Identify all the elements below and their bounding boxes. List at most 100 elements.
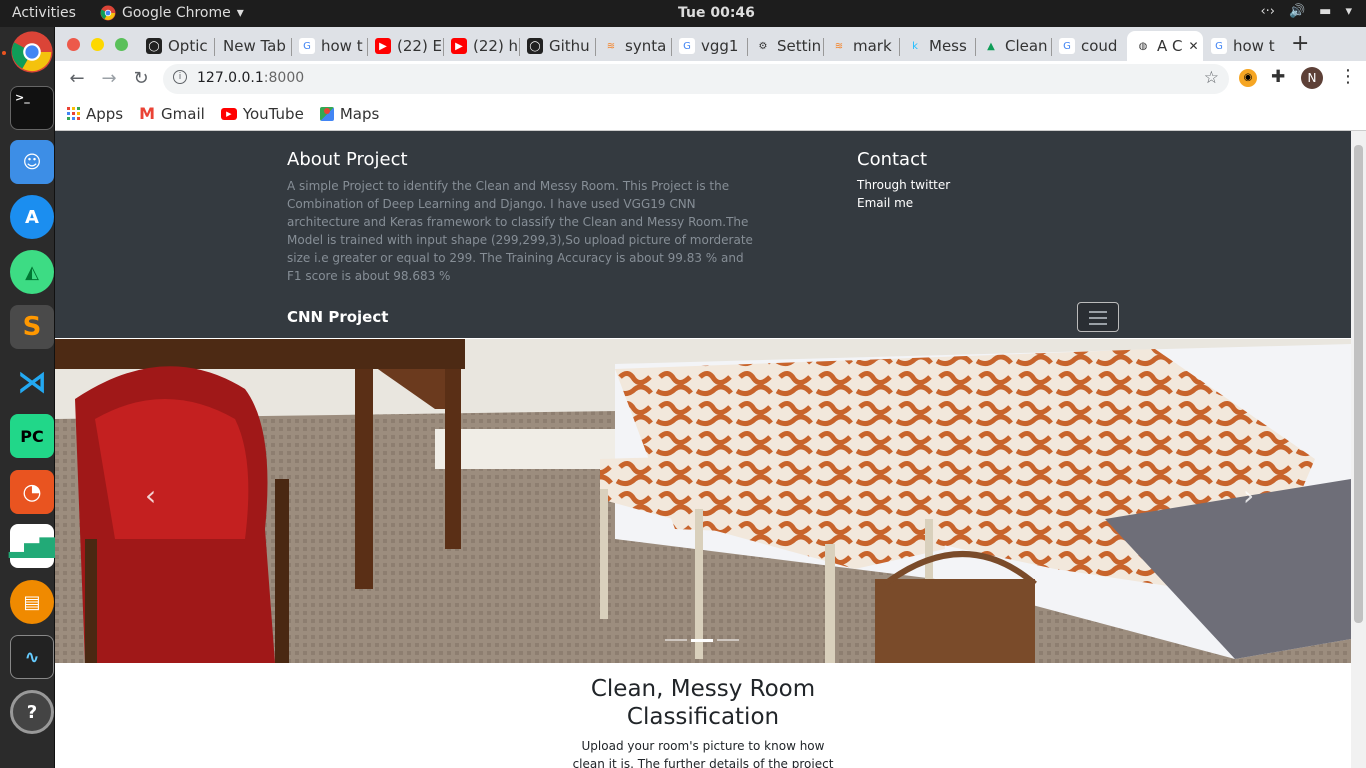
- tab-4[interactable]: ▶ (22) h: [443, 31, 519, 61]
- tab-strip: ◯ Optic New Tab Ghow t ▶ (22) E ▶ (22) h ◯ Githu ≋…: [55, 27, 1366, 61]
- github-icon: ◯: [527, 38, 543, 54]
- bookmark-maps[interactable]: Maps: [319, 104, 380, 123]
- google-icon: G: [1059, 38, 1075, 54]
- tab-label: coud: [1081, 37, 1118, 55]
- tab-1[interactable]: New Tab: [215, 31, 291, 61]
- books-icon[interactable]: ▤: [10, 580, 54, 624]
- forward-button[interactable]: →: [97, 67, 121, 91]
- carousel-prev-button[interactable]: ‹: [145, 479, 156, 512]
- url-port: :8000: [263, 70, 305, 86]
- vscode-icon[interactable]: ⋊: [10, 360, 54, 404]
- app-store-icon[interactable]: A: [10, 195, 54, 239]
- help-icon[interactable]: ?: [10, 690, 54, 734]
- reload-button[interactable]: ↻: [129, 67, 153, 91]
- clock[interactable]: Tue 00:46: [678, 5, 755, 21]
- sublime-text-icon[interactable]: S: [10, 305, 54, 349]
- menu-kebab-icon[interactable]: ⋮: [1339, 66, 1357, 87]
- app-name: Google Chrome: [122, 5, 231, 21]
- bookmark-label: YouTube: [242, 104, 304, 123]
- finder-icon[interactable]: ☺: [10, 140, 54, 184]
- system-monitor-icon[interactable]: ∿: [10, 635, 54, 679]
- tab-12[interactable]: Gcoud: [1051, 31, 1127, 61]
- tab-5[interactable]: ◯ Githu: [519, 31, 595, 61]
- minimize-window-button[interactable]: [91, 38, 104, 51]
- tab-3[interactable]: ▶ (22) E: [367, 31, 443, 61]
- back-button[interactable]: ←: [65, 67, 89, 91]
- address-bar[interactable]: i 127.0.0.1:8000 ☆: [163, 64, 1229, 94]
- globe-icon: ◍: [1138, 40, 1148, 52]
- profile-avatar[interactable]: N: [1301, 67, 1323, 89]
- volume-icon[interactable]: 🔊: [1289, 4, 1305, 19]
- google-icon: G: [679, 38, 695, 54]
- about-title: About Project: [287, 149, 408, 170]
- tab-6[interactable]: ≋ synta: [595, 31, 671, 61]
- tab-0[interactable]: ◯ Optic: [138, 31, 214, 61]
- chevron-down-icon[interactable]: ▾: [1345, 4, 1352, 19]
- scrollbar-thumb[interactable]: [1354, 145, 1363, 623]
- close-tab-icon[interactable]: ✕: [1189, 39, 1199, 53]
- app-menu[interactable]: Google Chrome ▾: [100, 5, 244, 21]
- terminal-icon[interactable]: >_: [10, 86, 54, 130]
- bookmark-label: Gmail: [161, 104, 205, 123]
- twitter-link[interactable]: Through twitter: [857, 178, 950, 192]
- bookmark-apps[interactable]: Apps: [67, 105, 123, 123]
- navbar-toggler-button[interactable]: [1077, 302, 1119, 332]
- tab-label: how t: [321, 37, 363, 55]
- bookmark-youtube[interactable]: ▶ YouTube: [220, 104, 304, 123]
- page-scrollbar[interactable]: [1351, 131, 1366, 768]
- tab-7[interactable]: Gvgg1: [671, 31, 747, 61]
- navbar-brand[interactable]: CNN Project: [287, 308, 388, 326]
- ubuntu-software-icon[interactable]: ◔: [10, 470, 54, 514]
- stackoverflow-icon: ≋: [606, 40, 616, 52]
- tab-label: A C: [1157, 37, 1183, 55]
- android-studio-icon[interactable]: ◭: [10, 250, 54, 294]
- maps-icon: [319, 106, 334, 121]
- youtube-icon: ▶: [375, 38, 391, 54]
- system-top-bar: Activities Google Chrome ▾ Tue 00:46 ‹·›…: [0, 0, 1366, 27]
- bookmark-star-icon[interactable]: ☆: [1204, 68, 1219, 88]
- url-host: 127.0.0.1: [197, 70, 264, 86]
- carousel-next-button[interactable]: ›: [1243, 479, 1254, 512]
- web-page: About Project A simple Project to identi…: [55, 131, 1351, 768]
- tab-label: (22) E: [397, 37, 443, 55]
- carousel-indicator-3[interactable]: [717, 639, 739, 641]
- tab-14[interactable]: Ghow t: [1203, 31, 1279, 61]
- stackoverflow-icon: ≋: [834, 40, 844, 52]
- contact-title: Contact: [857, 149, 928, 170]
- tab-8[interactable]: ⚙ Settin: [747, 31, 823, 61]
- chrome-icon: [100, 5, 116, 21]
- tab-label: vgg1: [701, 37, 739, 55]
- charts-icon[interactable]: ▂▅▇: [9, 524, 55, 568]
- tab-13[interactable]: ◍ A C ✕: [1127, 31, 1203, 61]
- email-link[interactable]: Email me: [857, 196, 913, 210]
- url-text[interactable]: 127.0.0.1:8000: [197, 70, 304, 86]
- bookmark-label: Maps: [339, 104, 380, 123]
- tab-11[interactable]: ▲ Clean: [975, 31, 1051, 61]
- browser-window: ◯ Optic New Tab Ghow t ▶ (22) E ▶ (22) h ◯ Githu ≋…: [55, 27, 1366, 131]
- tab-label: how t: [1233, 37, 1275, 55]
- new-tab-button[interactable]: +: [1291, 31, 1309, 56]
- dock: >_ ☺ A ◭ S ⋊ PC ◔ ▂▅▇ ▤ ∿ ?: [0, 27, 55, 768]
- extension-icon[interactable]: ◉: [1239, 69, 1257, 87]
- info-icon[interactable]: i: [173, 70, 187, 84]
- system-tray[interactable]: ‹·› 🔊 ▬ ▾: [1260, 4, 1352, 19]
- tab-2[interactable]: Ghow t: [291, 31, 367, 61]
- tab-9[interactable]: ≋ mark: [823, 31, 899, 61]
- image-carousel: ‹ ›: [55, 339, 1351, 663]
- kaggle-icon: k: [912, 40, 918, 52]
- chrome-icon[interactable]: [10, 30, 54, 74]
- bookmark-gmail[interactable]: M Gmail: [139, 104, 205, 123]
- bookmark-label: Apps: [86, 104, 124, 123]
- carousel-indicator-1[interactable]: [665, 639, 687, 641]
- tab-label: New Tab: [223, 37, 286, 55]
- battery-icon[interactable]: ▬: [1319, 4, 1331, 19]
- pycharm-icon[interactable]: PC: [10, 414, 54, 458]
- activities-button[interactable]: Activities: [12, 5, 76, 21]
- tab-10[interactable]: k Mess: [899, 31, 975, 61]
- close-window-button[interactable]: [67, 38, 80, 51]
- network-icon[interactable]: ‹·›: [1260, 4, 1275, 19]
- extensions-puzzle-icon[interactable]: ✚: [1271, 67, 1285, 87]
- carousel-indicator-2[interactable]: [691, 639, 713, 642]
- tab-label: mark: [853, 37, 892, 55]
- maximize-window-button[interactable]: [115, 38, 128, 51]
